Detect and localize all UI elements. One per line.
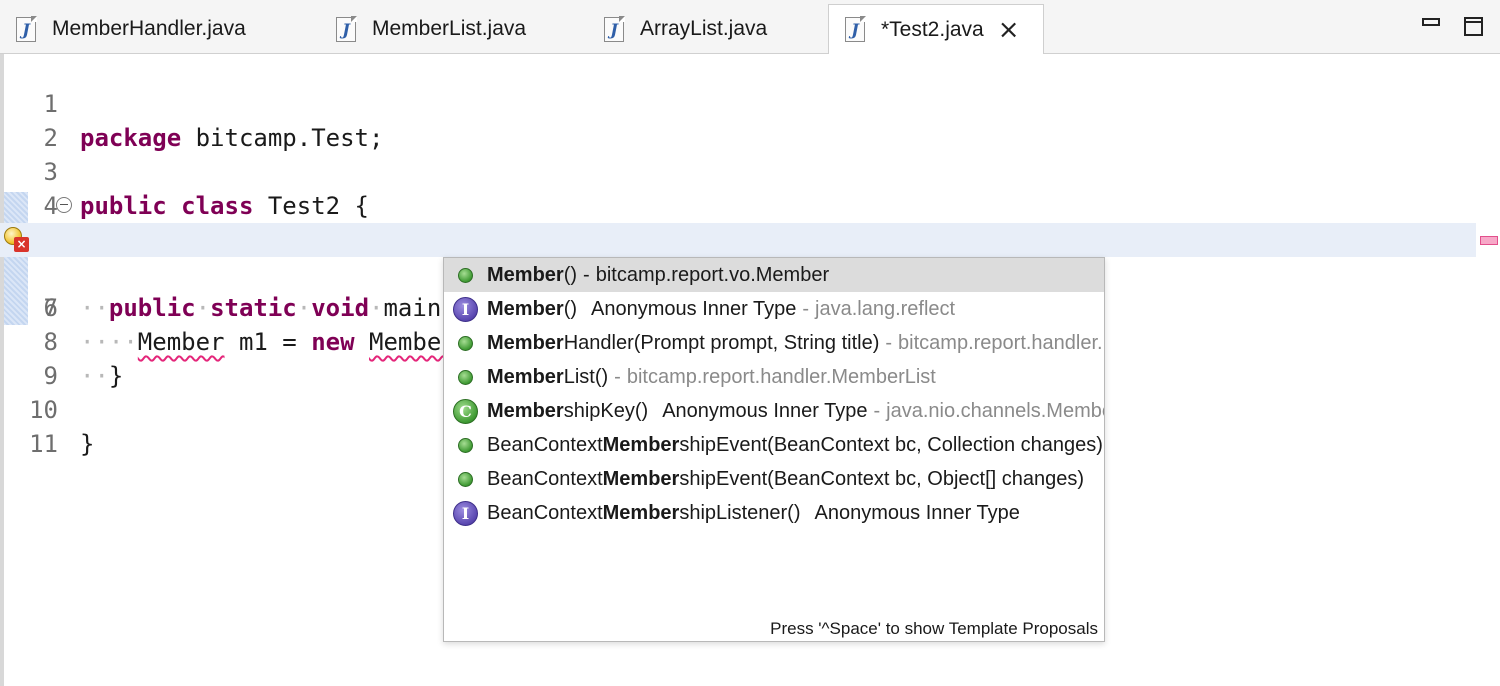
code-line-5[interactable]: 5 ··public·static·void·main(String[] arg… — [0, 189, 1476, 322]
java-file-icon: J — [16, 15, 37, 42]
class-icon: C — [453, 398, 478, 424]
interface-icon: I — [453, 296, 478, 322]
code-line-3[interactable]: 3 public class Test2 { — [0, 121, 1476, 220]
code-line-6[interactable]: × 6 ····Member m1 = new Member(); — [0, 223, 1476, 357]
proposal-item[interactable]: I BeanContextMembershipListener() Anonym… — [444, 496, 1104, 530]
proposal-item[interactable]: C MembershipKey() Anonymous Inner Type -… — [444, 394, 1105, 428]
proposal-item[interactable]: I Member() Anonymous Inner Type - java.l… — [444, 292, 1104, 326]
proposal-qualifier: bitcamp.report.handler.MemberHandler — [898, 331, 1104, 354]
tab-label: ArrayList.java — [640, 17, 768, 40]
line-number: 11 — [29, 430, 58, 458]
proposal-item[interactable]: MemberList() - bitcamp.report.handler.Me… — [444, 360, 1104, 394]
tab-label: *Test2.java — [881, 17, 984, 41]
proposal-qualifier: java.lang.reflect — [815, 297, 956, 320]
proposal-qualifier: bitcamp.report.handler.MemberList — [626, 365, 936, 388]
java-file-icon: J — [336, 15, 357, 42]
quick-fix-error-icon[interactable]: × — [4, 227, 30, 253]
tab-label: MemberHandler.java — [52, 17, 246, 40]
public-method-icon — [458, 471, 473, 487]
maximize-icon[interactable] — [1464, 17, 1483, 36]
proposal-item[interactable]: BeanContextMembershipEvent(BeanContext b… — [444, 462, 1104, 496]
error-overview-marker[interactable] — [1480, 236, 1498, 245]
tab-memberlist[interactable]: J MemberList.java — [320, 4, 588, 54]
proposal-item[interactable]: Member() - bitcamp.report.vo.Member — [444, 258, 1104, 292]
tab-arraylist[interactable]: J ArrayList.java — [588, 4, 828, 54]
editor-tab-bar: J MemberHandler.java J MemberList.java J… — [0, 0, 1500, 54]
proposal-item[interactable]: BeanContextMembershipEvent(BeanContext b… — [444, 428, 1104, 462]
collapse-icon[interactable] — [56, 197, 72, 213]
template-proposals-hint: Press '^Space' to show Template Proposal… — [770, 619, 1098, 638]
proposal-item[interactable]: MemberHandler(Prompt prompt, String titl… — [444, 326, 1104, 360]
tab-label: MemberList.java — [372, 17, 527, 40]
code-text: } — [80, 430, 95, 458]
code-line-1[interactable]: 1 package bitcamp.Test; — [0, 53, 1476, 152]
public-method-icon — [458, 437, 473, 453]
proposal-qualifier: bitcamp.report.vo.Member — [595, 263, 830, 286]
code-line-4[interactable]: 4 — [0, 155, 1476, 220]
java-file-icon: J — [845, 16, 866, 42]
java-file-icon: J — [604, 15, 625, 42]
close-icon[interactable]: × — [998, 17, 1020, 43]
proposal-qualifier: java.nio.channels.MembershipKey — [886, 399, 1105, 422]
code-line-2[interactable]: 2 — [0, 87, 1476, 152]
content-assist-popup: Member() - bitcamp.report.vo.Member I Me… — [443, 257, 1105, 642]
tab-test2[interactable]: J *Test2.java × — [828, 4, 1044, 54]
interface-icon: I — [453, 500, 478, 526]
minimize-icon[interactable] — [1422, 18, 1440, 26]
tab-memberhandler[interactable]: J MemberHandler.java — [0, 4, 320, 54]
public-method-icon — [458, 369, 473, 385]
public-method-icon — [458, 267, 473, 283]
public-method-icon — [458, 335, 473, 351]
